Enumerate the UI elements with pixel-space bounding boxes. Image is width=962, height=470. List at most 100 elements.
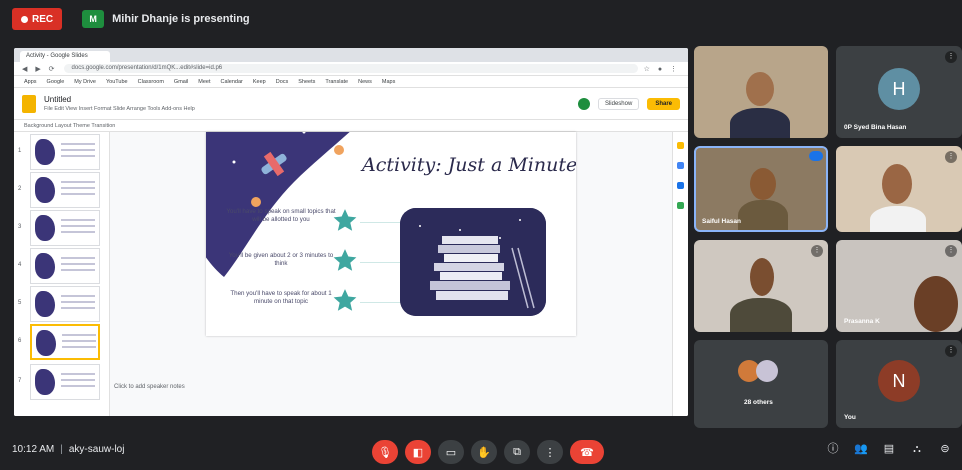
bookmark-item: Maps: [381, 78, 396, 85]
mic-muted-icon: ⋮: [811, 245, 823, 257]
meet-window: REC M Mihir Dhanje is presenting Activit…: [0, 0, 962, 470]
star-icon: [333, 249, 357, 271]
slide-thumbnail: [30, 210, 100, 246]
present-icon: ⧉: [513, 445, 521, 458]
slide-bullet: Then you'll have to speak for about 1 mi…: [230, 290, 332, 305]
top-bar: REC M Mihir Dhanje is presenting: [0, 0, 962, 38]
slides-toolbar: Background Layout Theme Transition: [14, 120, 688, 132]
address-bar: ◀ ▶ ⟳ docs.google.com/presentation/d/1mQ…: [14, 62, 688, 76]
mic-off-icon: 🎙: [378, 446, 392, 459]
doc-title: Untitled: [44, 95, 72, 104]
thumbnail-number: 7: [18, 378, 22, 384]
thumbnail-number: 5: [18, 300, 22, 306]
connector-line: [360, 262, 400, 263]
thumbnail-number: 1: [18, 148, 22, 154]
participant-tile[interactable]: ⋮ Prasanna K: [836, 240, 962, 332]
info-icon[interactable]: ⓘ: [826, 442, 840, 456]
participant-tile-active[interactable]: Saiful Hasan: [694, 146, 828, 232]
meeting-info: 10:12 AM | aky-sauw-loj: [12, 444, 125, 455]
more-icon: ⋮: [544, 446, 556, 459]
bookmark-item: Apps: [24, 78, 37, 85]
clock-time: 10:12 AM: [12, 444, 55, 455]
captions-button[interactable]: ▭: [438, 440, 464, 464]
presenting-indicator: M Mihir Dhanje is presenting: [82, 10, 250, 28]
slide-thumbnail: [30, 286, 100, 322]
self-name: You: [844, 414, 856, 421]
mic-muted-icon: ⋮: [945, 245, 957, 257]
raise-hand-button[interactable]: ✋: [471, 440, 497, 464]
slides-header: Untitled File Edit View Insert Format Sl…: [14, 88, 688, 120]
slide-canvas: Activity: Just a Minute You'll have to s…: [206, 132, 576, 336]
side-panel-rail: [672, 132, 688, 416]
slide-thumbnail: [30, 364, 100, 400]
participant-tile[interactable]: H ⋮ 0P Syed Bina Hasan: [836, 46, 962, 138]
bookmark-item: Meet: [198, 78, 211, 85]
tasks-icon: [677, 162, 684, 169]
slide-bullet: You'll be given about 2 or 3 minutes to …: [228, 252, 334, 267]
presenting-text: Mihir Dhanje is presenting: [112, 13, 250, 25]
camera-off-button[interactable]: ◧: [405, 440, 431, 464]
participant-tile[interactable]: ⋮: [836, 146, 962, 232]
present-button[interactable]: ⧉: [504, 440, 530, 464]
bookmark-item: Google: [46, 78, 65, 85]
meet-icon: [577, 97, 590, 110]
browser-tab: Activity - Google Slides: [20, 51, 110, 62]
end-call-button[interactable]: ☎: [570, 440, 604, 464]
recording-label: REC: [32, 13, 54, 25]
doc-menu: File Edit View Insert Format Slide Arran…: [44, 106, 195, 112]
participant-video: [730, 108, 790, 138]
camera-off-icon: ◧: [412, 446, 424, 459]
activities-icon[interactable]: ⛬: [910, 442, 924, 456]
slide-thumbnail: [30, 248, 100, 284]
bookmark-item: My Drive: [74, 78, 96, 85]
bookmark-item: Docs: [275, 78, 289, 85]
star-icon: [333, 209, 357, 231]
keep-icon: [677, 142, 684, 149]
speaker-notes: Click to add speaker notes: [114, 384, 185, 390]
self-avatar: N: [878, 360, 920, 402]
bookmark-item: Keep: [252, 78, 266, 85]
presenter-avatar: M: [82, 10, 105, 28]
bookmark-item: Sheets: [298, 78, 316, 85]
slide-thumbnail: [30, 172, 100, 208]
call-controls: 🎙 ◧ ▭ ✋ ⧉ ⋮ ☎: [372, 440, 604, 464]
bookmark-item: News: [358, 78, 372, 85]
share-button: Share: [647, 97, 680, 110]
bookmark-item: Translate: [325, 78, 349, 85]
bookmark-item: Classroom: [137, 78, 164, 85]
slide-thumbnail: [30, 134, 100, 170]
shared-screen: Activity - Google Slides ◀ ▶ ⟳ docs.goog…: [14, 48, 688, 416]
bookmark-item: YouTube: [106, 78, 128, 85]
participant-tile[interactable]: ⋮: [694, 240, 828, 332]
self-tile[interactable]: N ⋮ You: [836, 340, 962, 428]
others-count: 28 others: [744, 399, 773, 406]
participant-tile[interactable]: [694, 46, 828, 138]
thumbnail-number: 2: [18, 186, 22, 192]
participant-avatar: H: [878, 68, 920, 110]
recording-badge: REC: [12, 8, 63, 30]
url-field: docs.google.com/presentation/d/1mQK...ed…: [63, 64, 638, 73]
books-photo: [400, 208, 546, 316]
bottom-bar: 10:12 AM | aky-sauw-loj 🎙 ◧ ▭ ✋ ⧉ ⋮ ☎ ⓘ 👥 …: [0, 432, 962, 470]
participant-name: 0P Syed Bina Hasan: [844, 124, 907, 131]
lock-icon[interactable]: ⊜: [938, 442, 952, 456]
record-dot-icon: [21, 15, 28, 23]
connector-line: [360, 302, 400, 303]
slideshow-button: Slideshow: [597, 97, 640, 110]
slide-title: Activity: Just a Minute: [362, 154, 576, 176]
people-icon[interactable]: 👥: [854, 442, 868, 456]
mic-muted-icon: ⋮: [945, 151, 957, 163]
end-call-icon: ☎: [580, 446, 594, 459]
mic-off-button[interactable]: 🎙: [372, 440, 398, 464]
others-avatar: [756, 360, 778, 382]
connector-line: [360, 222, 400, 223]
slides-logo-icon: [22, 94, 36, 113]
thumbnail-number: 4: [18, 262, 22, 268]
browser-tab-strip: Activity - Google Slides: [14, 48, 688, 62]
thumbnail-number: 6: [18, 338, 22, 344]
others-tile[interactable]: 28 others: [694, 340, 828, 428]
participant-name: Prasanna K: [844, 318, 880, 325]
side-controls: ⓘ 👥 ▤ ⛬ ⊜: [826, 442, 952, 456]
more-options-button[interactable]: ⋮: [537, 440, 563, 464]
chat-icon[interactable]: ▤: [882, 442, 896, 456]
